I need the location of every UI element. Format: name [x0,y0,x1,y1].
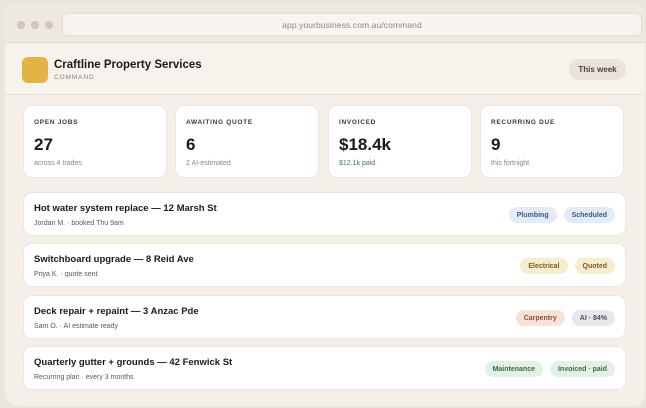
job-tags: Maintenance Invoiced · paid [484,361,615,377]
stat-label: RECURRING DUE [491,119,555,126]
stat-label: OPEN JOBS [34,119,79,126]
company-logo [22,57,48,83]
browser-window: app.yourbusiness.com.au/command Craftlin… [5,3,645,406]
stat-card-recurring-due[interactable]: RECURRING DUE 9 this fortnight [480,105,624,178]
stat-value: 27 [34,135,53,154]
job-row[interactable]: Deck repair + repaint — 3 Anzac Pde Sam … [23,295,626,339]
status-badge: Quoted [574,258,615,274]
window-maximize-dot[interactable] [45,21,53,29]
trade-badge: Electrical [520,258,568,274]
job-title: Switchboard upgrade — 8 Reid Ave [34,254,194,265]
job-title: Quarterly gutter + grounds — 42 Fenwick … [34,357,233,368]
stat-card-invoiced[interactable]: INVOICED $18.4k $12.1k paid [328,105,472,178]
period-selector-button[interactable]: This week [569,59,626,80]
stat-value: $18.4k [339,135,391,154]
job-tags: Plumbing Scheduled [508,207,615,223]
stat-value: 9 [491,135,501,154]
job-title: Hot water system replace — 12 Marsh St [34,203,217,214]
job-row[interactable]: Hot water system replace — 12 Marsh St J… [23,192,626,236]
job-title: Deck repair + repaint — 3 Anzac Pde [34,306,199,317]
window-minimize-dot[interactable] [31,21,39,29]
job-row[interactable]: Switchboard upgrade — 8 Reid Ave Priya K… [23,243,626,287]
stat-note: this fortnight [491,160,530,167]
browser-chrome: app.yourbusiness.com.au/command [5,3,645,43]
stat-note: 2 AI-estimated [186,160,231,167]
trade-badge: Plumbing [508,207,557,223]
stat-label: AWAITING QUOTE [186,119,253,126]
window-close-dot[interactable] [17,21,25,29]
stat-value: 6 [186,135,196,154]
stat-note: across 4 trades [34,160,82,167]
job-meta: Priya K. · quote sent [34,271,98,278]
stat-card-open-jobs[interactable]: OPEN JOBS 27 across 4 trades [23,105,167,178]
job-tags: Electrical Quoted [520,258,615,274]
address-bar[interactable]: app.yourbusiness.com.au/command [62,13,642,36]
status-badge: Invoiced · paid [549,361,615,377]
page-subtitle: COMMAND [54,74,95,81]
stat-label: INVOICED [339,119,377,126]
status-badge: Scheduled [563,207,615,223]
job-tags: Carpentry AI · 84% [515,310,615,326]
job-row[interactable]: Quarterly gutter + grounds — 42 Fenwick … [23,346,626,390]
stats-row: OPEN JOBS 27 across 4 trades AWAITING QU… [23,105,626,179]
company-name: Craftline Property Services [54,59,202,71]
stat-note: $12.1k paid [339,160,376,167]
stat-card-awaiting-quote[interactable]: AWAITING QUOTE 6 2 AI-estimated [175,105,319,178]
app-header: Craftline Property Services COMMAND This… [5,43,645,95]
trade-badge: Maintenance [484,361,543,377]
job-meta: Jordan M. · booked Thu 9am [34,220,124,227]
trade-badge: Carpentry [515,310,565,326]
job-meta: Sam O. · AI estimate ready [34,323,119,330]
job-meta: Recurring plan · every 3 months [34,374,134,381]
ai-confidence-badge: AI · 84% [571,310,615,326]
